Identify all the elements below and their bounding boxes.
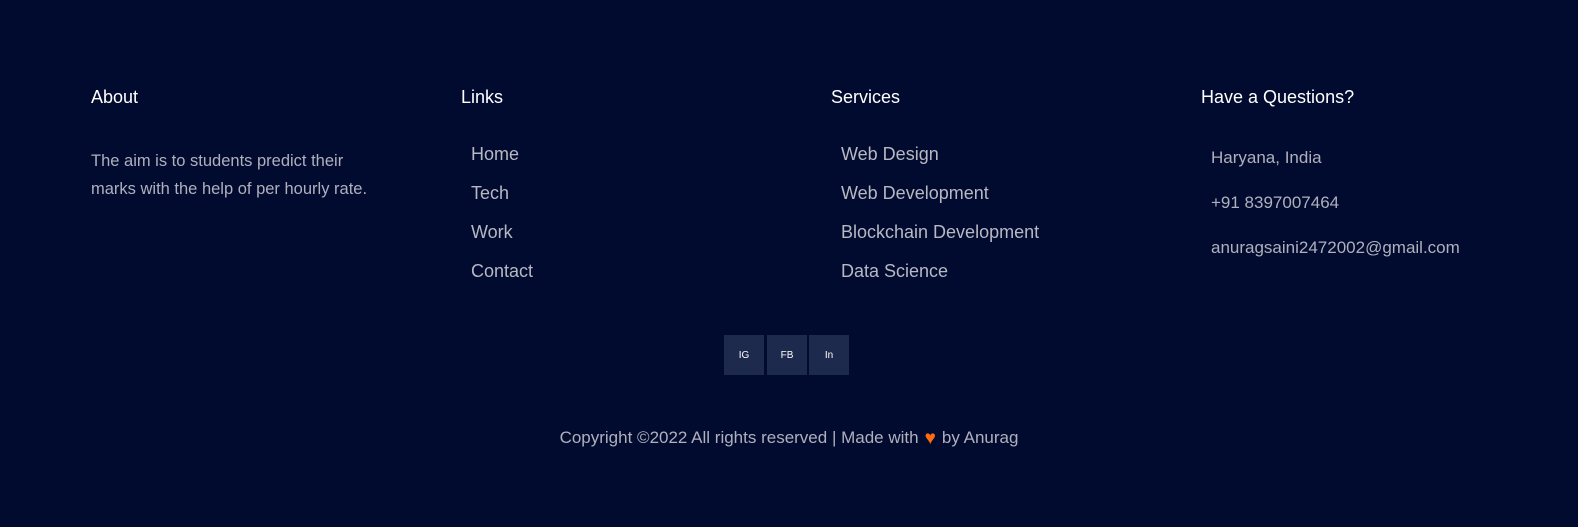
facebook-button[interactable]: FB (767, 335, 807, 375)
contact-section: Have a Questions? Haryana, India +91 839… (1201, 86, 1521, 283)
contact-email[interactable]: anuragsaini2472002@gmail.com (1211, 238, 1521, 283)
service-blockchain-development[interactable]: Blockchain Development (841, 222, 1161, 261)
contact-list: Haryana, India +91 8397007464 anuragsain… (1201, 148, 1521, 283)
social-links: IG FB In (724, 335, 851, 375)
services-heading: Services (831, 87, 901, 107)
services-section: Services Web Design Web Development Bloc… (831, 86, 1161, 300)
contact-heading: Have a Questions? (1201, 87, 1355, 107)
link-work[interactable]: Work (471, 222, 761, 261)
heart-icon: ♥ (924, 428, 936, 449)
link-home[interactable]: Home (471, 144, 761, 183)
link-contact[interactable]: Contact (471, 261, 761, 300)
about-heading: About (91, 87, 139, 107)
service-data-science[interactable]: Data Science (841, 261, 1161, 300)
link-tech[interactable]: Tech (471, 183, 761, 222)
copyright-suffix: by Anurag (941, 428, 1019, 447)
about-text: The aim is to students predict their mar… (91, 152, 368, 198)
service-web-development[interactable]: Web Development (841, 183, 1161, 222)
service-web-design[interactable]: Web Design (841, 144, 1161, 183)
copyright-prefix: Copyright ©2022 All rights reserved | Ma… (559, 428, 919, 447)
links-section: Links Home Tech Work Contact (461, 86, 761, 300)
about-section: About The aim is to students predict the… (91, 86, 371, 203)
instagram-button[interactable]: IG (724, 335, 764, 375)
contact-phone[interactable]: +91 8397007464 (1211, 193, 1521, 238)
linkedin-button[interactable]: In (809, 335, 849, 375)
services-list: Web Design Web Development Blockchain De… (831, 144, 1161, 300)
links-list: Home Tech Work Contact (461, 144, 761, 300)
copyright: Copyright ©2022 All rights reserved | Ma… (0, 428, 1578, 449)
contact-location: Haryana, India (1211, 148, 1322, 167)
links-heading: Links (461, 87, 504, 107)
